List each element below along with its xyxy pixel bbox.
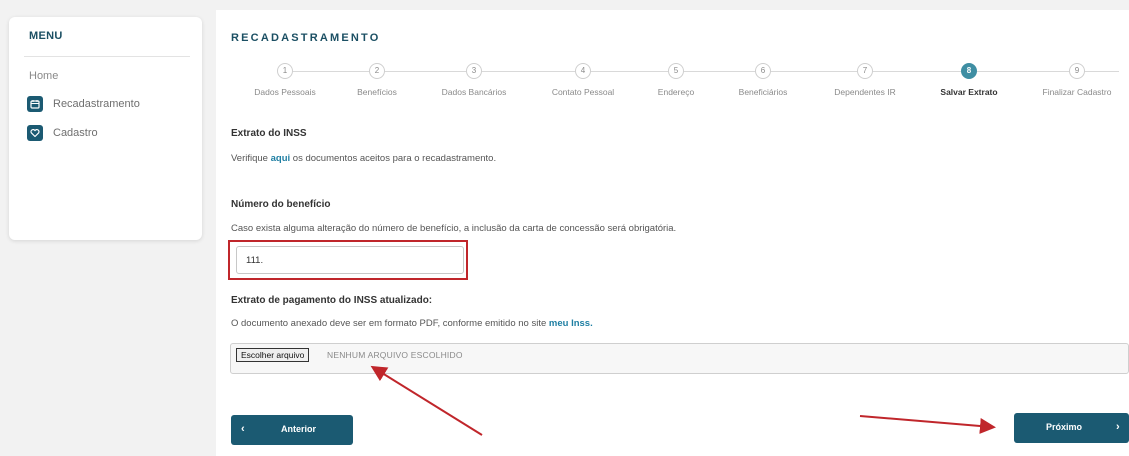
extrato-text: Verifique aqui os documentos aceitos par…	[231, 153, 496, 164]
extrato-title: Extrato do INSS	[231, 128, 307, 139]
step-3[interactable]: 3 Dados Bancários	[424, 63, 524, 97]
file-status: NENHUM ARQUIVO ESCOLHIDO	[327, 350, 463, 360]
menu-item-home[interactable]: Home	[29, 70, 58, 82]
step-label: Dados Bancários	[441, 87, 507, 97]
step-number: 6	[755, 63, 771, 79]
step-number: 2	[369, 63, 385, 79]
step-1[interactable]: 1 Dados Pessoais	[235, 63, 335, 97]
step-number: 4	[575, 63, 591, 79]
menu-title: MENU	[29, 30, 63, 42]
pagamento-text: O documento anexado deve ser em formato …	[231, 318, 593, 329]
pagamento-title: Extrato de pagamento do INSS atualizado:	[231, 295, 433, 306]
step-label: Benefícios	[357, 87, 397, 97]
step-label: Dados Pessoais	[254, 87, 316, 97]
step-label: Finalizar Cadastro	[1042, 87, 1112, 97]
choose-file-button[interactable]: Escolher arquivo	[236, 348, 310, 362]
extrato-text-before: Verifique	[231, 153, 271, 164]
chevron-right-icon: ›	[1116, 421, 1120, 433]
pagamento-text-before: O documento anexado deve ser em formato …	[231, 318, 549, 329]
step-2[interactable]: 2 Benefícios	[327, 63, 427, 97]
meu-inss-link[interactable]: meu Inss.	[549, 318, 593, 329]
file-upload-field[interactable]: Escolher arquivo NENHUM ARQUIVO ESCOLHID…	[230, 343, 1129, 374]
main-content: RECADASTRAMENTO 1 Dados Pessoais 2 Benef…	[216, 10, 1129, 456]
calendar-icon	[27, 96, 43, 112]
step-9[interactable]: 9 Finalizar Cadastro	[1027, 63, 1127, 97]
page-title: RECADASTRAMENTO	[231, 32, 381, 44]
chevron-left-icon: ‹	[241, 423, 245, 435]
step-number: 3	[466, 63, 482, 79]
step-4[interactable]: 4 Contato Pessoal	[533, 63, 633, 97]
beneficio-text: Caso exista alguma alteração do número d…	[231, 223, 677, 234]
beneficio-input[interactable]	[236, 246, 464, 274]
step-8[interactable]: 8 Salvar Extrato	[919, 63, 1019, 97]
menu-divider	[24, 56, 190, 57]
menu-item-label: Recadastramento	[53, 98, 140, 110]
step-number: 1	[277, 63, 293, 79]
next-button[interactable]: Próximo ›	[1014, 413, 1129, 443]
stepper: 1 Dados Pessoais 2 Benefícios 3 Dados Ba…	[216, 63, 1129, 103]
heart-icon	[27, 125, 43, 141]
menu-item-label: Cadastro	[53, 127, 98, 139]
aqui-link[interactable]: aqui	[271, 153, 291, 164]
sidebar: MENU Home Recadastramento Cadastro	[9, 17, 202, 240]
extrato-text-after: os documentos aceitos para o recadastram…	[290, 153, 497, 164]
step-6[interactable]: 6 Beneficiários	[713, 63, 813, 97]
step-number: 7	[857, 63, 873, 79]
step-label: Dependentes IR	[834, 87, 896, 97]
step-label: Salvar Extrato	[940, 87, 998, 97]
step-label: Endereço	[657, 87, 695, 97]
step-number: 5	[668, 63, 684, 79]
step-5[interactable]: 5 Endereço	[626, 63, 726, 97]
previous-button[interactable]: ‹ Anterior	[231, 415, 353, 445]
beneficio-title: Número do benefício	[231, 199, 331, 210]
step-label: Contato Pessoal	[551, 87, 615, 97]
step-label: Beneficiários	[738, 87, 788, 97]
menu-item-cadastro[interactable]: Cadastro	[27, 125, 98, 141]
step-number: 8	[961, 63, 977, 79]
previous-button-label: Anterior	[281, 424, 317, 434]
next-button-label: Próximo	[1046, 422, 1083, 432]
step-7[interactable]: 7 Dependentes IR	[815, 63, 915, 97]
menu-item-recadastramento[interactable]: Recadastramento	[27, 96, 140, 112]
step-number: 9	[1069, 63, 1085, 79]
